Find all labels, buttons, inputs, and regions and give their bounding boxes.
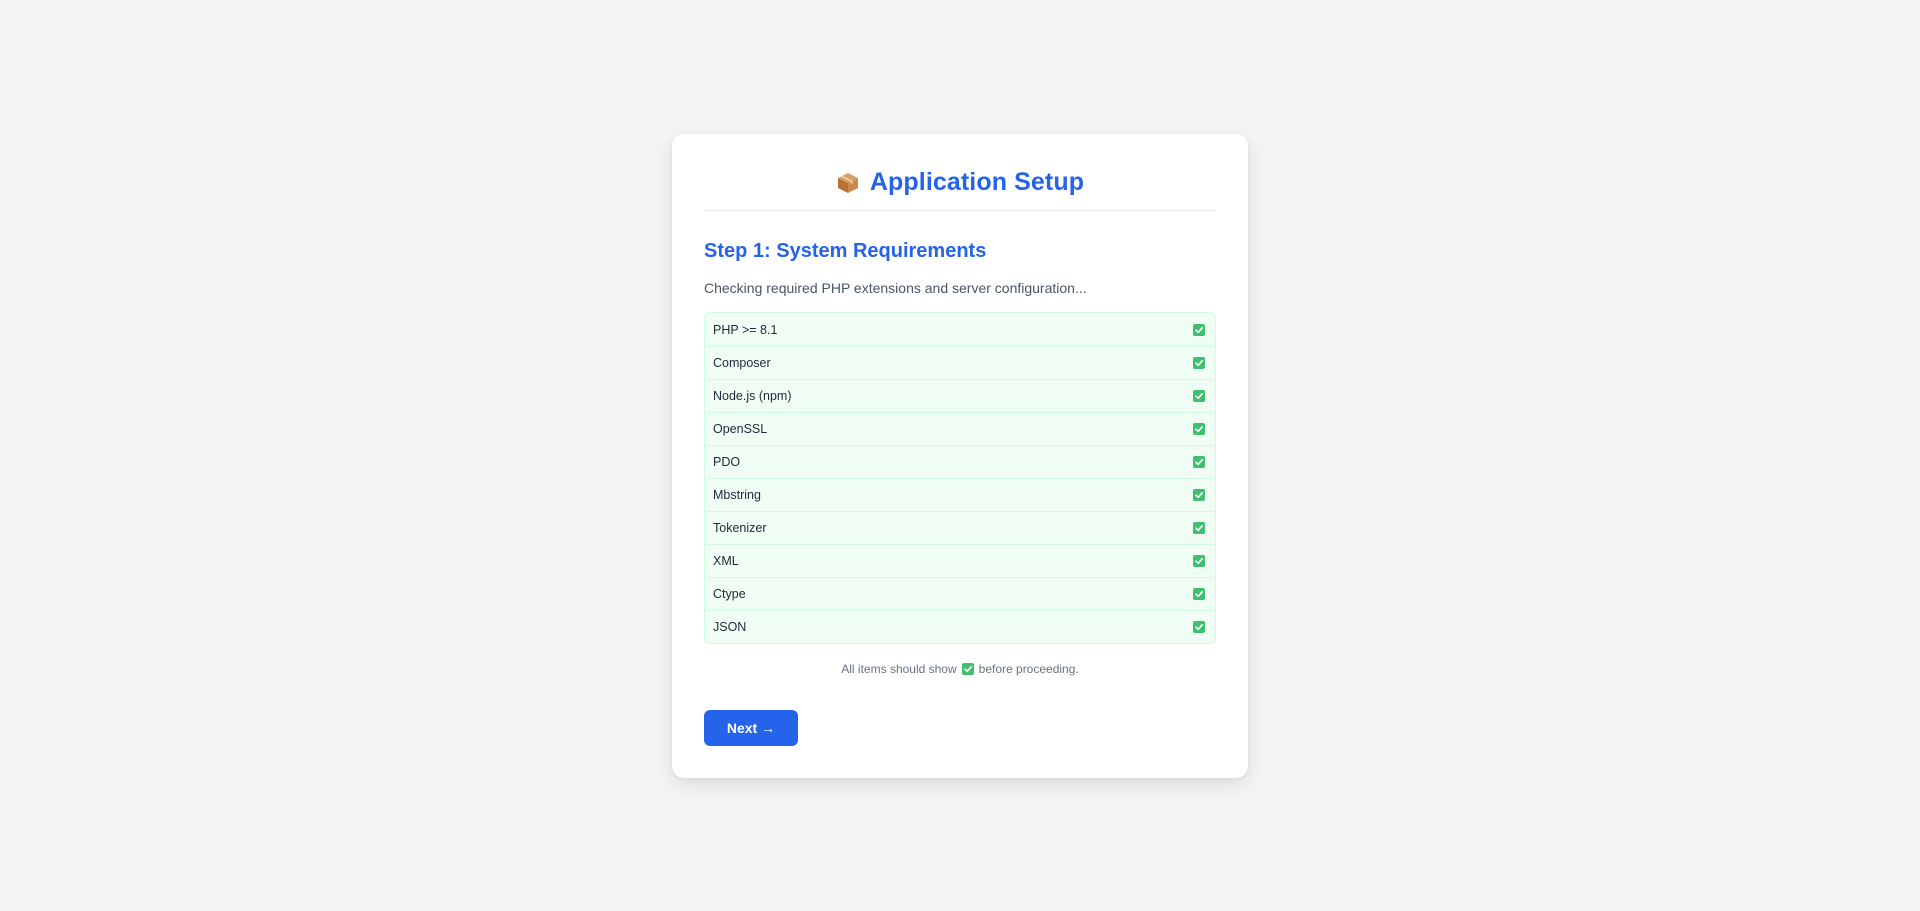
requirement-label: Composer (713, 356, 771, 370)
requirements-list: PHP >= 8.1 Composer Node.js (npm) OpenSS… (704, 312, 1216, 644)
next-button[interactable]: Next → (704, 710, 798, 746)
requirement-row: OpenSSL (705, 412, 1215, 445)
check-icon (1193, 621, 1205, 633)
note-text-after: before proceeding. (978, 662, 1079, 676)
requirement-label: Ctype (713, 587, 746, 601)
check-icon (1193, 555, 1205, 567)
page-title: Application Setup (869, 168, 1085, 196)
requirement-label: JSON (713, 620, 747, 634)
requirement-row: Ctype (705, 577, 1215, 610)
requirement-row: Composer (705, 346, 1215, 379)
check-icon (1193, 456, 1205, 468)
note-text-before: All items should show (841, 662, 957, 676)
title-row: Application Setup (836, 168, 1084, 197)
check-icon (1193, 357, 1205, 369)
requirement-row: Node.js (npm) (705, 379, 1215, 412)
requirement-row: XML (705, 544, 1215, 577)
package-box-icon (836, 171, 860, 195)
requirement-row: Tokenizer (705, 511, 1215, 544)
requirement-label: Node.js (npm) (713, 389, 792, 403)
setup-header: Application Setup (704, 134, 1216, 211)
check-icon (1193, 489, 1205, 501)
requirement-row: PDO (705, 445, 1215, 478)
requirement-row: PHP >= 8.1 (705, 313, 1215, 346)
requirement-label: Mbstring (713, 488, 761, 502)
step-title: Step 1: System Requirements (704, 240, 987, 262)
check-icon (1193, 390, 1205, 402)
requirement-label: OpenSSL (713, 422, 768, 436)
check-icon (1193, 323, 1205, 336)
setup-card: Application Setup Step 1: System Require… (672, 134, 1248, 778)
check-icon (1193, 423, 1205, 435)
requirement-label: Tokenizer (713, 521, 767, 535)
check-icon (1193, 522, 1205, 534)
requirement-label: PHP >= 8.1 (713, 322, 778, 337)
requirement-row: JSON (705, 610, 1215, 643)
check-icon (961, 663, 974, 675)
check-icon (1193, 588, 1205, 600)
proceed-note: All items should show before proceeding. (704, 662, 1216, 676)
requirement-label: XML (713, 554, 739, 568)
step-description: Checking required PHP extensions and ser… (704, 280, 1087, 296)
requirement-label: PDO (713, 455, 741, 469)
requirement-row: Mbstring (705, 478, 1215, 511)
